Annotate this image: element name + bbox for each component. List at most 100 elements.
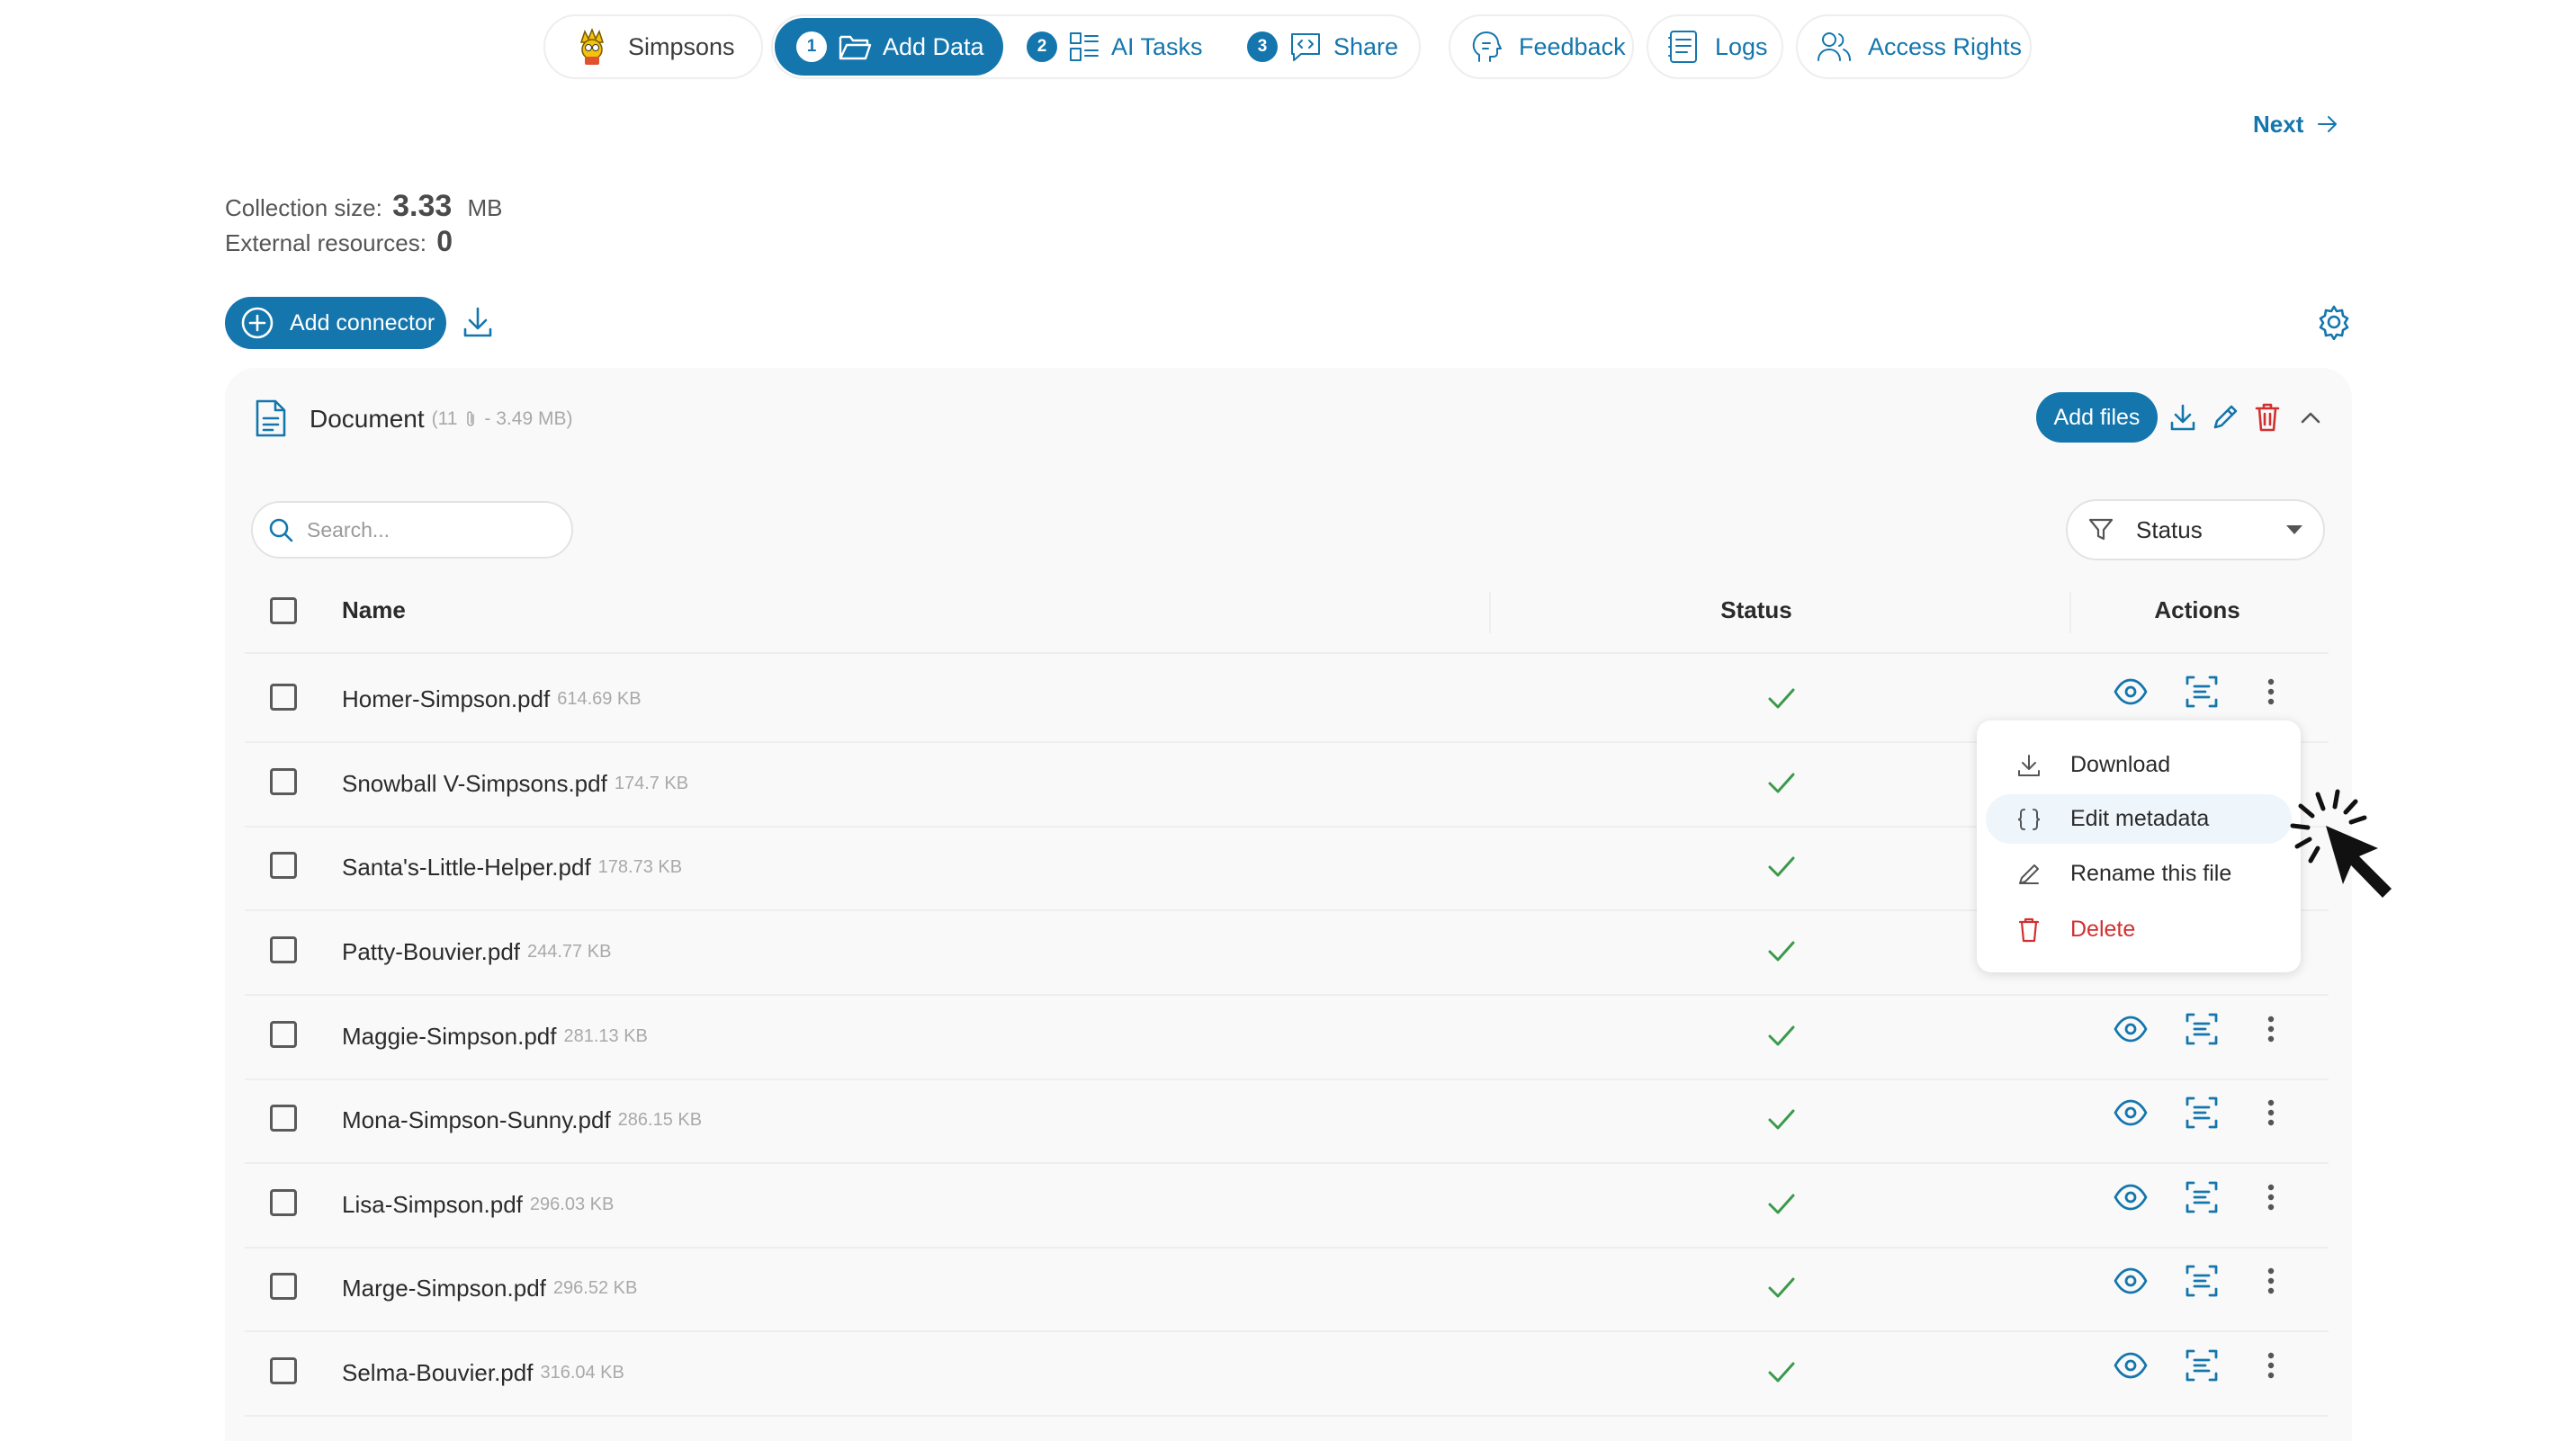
file-size: 174.7 KB xyxy=(614,774,689,793)
access-rights-label: Access Rights xyxy=(1868,32,2023,60)
users-icon xyxy=(1816,30,1853,64)
row-checkbox[interactable] xyxy=(270,1189,297,1216)
file-name-cell: Homer-Simpson.pdf 614.69 KB xyxy=(342,658,642,741)
row-checkbox[interactable] xyxy=(270,684,297,711)
pencil-icon[interactable] xyxy=(2211,403,2239,432)
chevron-up-icon[interactable] xyxy=(2298,408,2323,426)
row-checkbox[interactable] xyxy=(270,1021,297,1048)
workflow-steps: 1 Add Data 2 AI Tasks 3 Share xyxy=(771,14,1421,79)
menu-item-label: Delete xyxy=(2070,917,2136,942)
menu-item-download[interactable]: Download xyxy=(1986,740,2292,790)
collection-size: Collection size: 3.33 MB xyxy=(225,189,503,224)
paperclip-icon xyxy=(464,409,477,429)
arrow-right-icon xyxy=(2316,113,2339,135)
scan-text-icon[interactable] xyxy=(2184,1347,2220,1383)
row-checkbox[interactable] xyxy=(270,936,297,963)
column-header-name: Name xyxy=(342,596,406,623)
eye-icon[interactable] xyxy=(2113,1347,2149,1383)
step-add-data[interactable]: 1 Add Data xyxy=(775,18,1003,76)
more-vertical-icon[interactable] xyxy=(2266,1263,2276,1299)
more-vertical-icon[interactable] xyxy=(2266,1347,2276,1383)
row-checkbox[interactable] xyxy=(270,1357,297,1384)
scan-text-icon[interactable] xyxy=(2184,1263,2220,1299)
step-label: AI Tasks xyxy=(1111,32,1203,60)
collection-size-unit: MB xyxy=(467,194,503,221)
more-vertical-icon[interactable] xyxy=(2266,1095,2276,1131)
check-icon xyxy=(1765,1103,1798,1135)
scan-text-icon[interactable] xyxy=(2184,1179,2220,1215)
search-input[interactable] xyxy=(305,516,552,543)
eye-icon[interactable] xyxy=(2113,1011,2149,1047)
eye-icon[interactable] xyxy=(2113,1263,2149,1299)
table-row[interactable]: Mona-Simpson-Sunny.pdf 286.15 KB xyxy=(245,1079,2329,1164)
add-files-button[interactable]: Add files xyxy=(2036,392,2158,443)
plus-circle-icon xyxy=(239,305,275,341)
menu-item-delete[interactable]: Delete xyxy=(1986,905,2292,954)
external-resources-value: 0 xyxy=(436,225,453,257)
check-icon xyxy=(1765,1271,1798,1303)
table-row[interactable]: Lisa-Simpson.pdf 296.03 KB xyxy=(245,1163,2329,1249)
scan-text-icon[interactable] xyxy=(2184,1011,2220,1047)
file-size: 244.77 KB xyxy=(527,942,612,962)
menu-item-label: Download xyxy=(2070,752,2171,777)
menu-item-label: Edit metadata xyxy=(2070,806,2210,831)
download-icon[interactable] xyxy=(2168,403,2197,432)
access-rights-button[interactable]: Access Rights xyxy=(1796,14,2032,79)
add-connector-button[interactable]: Add connector xyxy=(225,297,446,349)
feedback-button[interactable]: Feedback xyxy=(1449,14,1634,79)
project-name: Simpsons xyxy=(628,32,735,60)
step-number: 2 xyxy=(1027,31,1057,62)
document-header: Document (11 - 3.49 MB) xyxy=(310,401,572,437)
more-vertical-icon[interactable] xyxy=(2266,1179,2276,1215)
more-vertical-icon[interactable] xyxy=(2266,674,2276,710)
file-name: Mona-Simpson-Sunny.pdf xyxy=(342,1106,611,1133)
scan-text-icon[interactable] xyxy=(2184,674,2220,710)
file-name: Lisa-Simpson.pdf xyxy=(342,1191,523,1218)
check-icon xyxy=(1765,935,1798,967)
column-header-actions: Actions xyxy=(2154,596,2240,623)
row-checkbox[interactable] xyxy=(270,852,297,879)
download-icon xyxy=(2011,753,2047,778)
file-size: 286.15 KB xyxy=(617,1110,703,1130)
project-selector[interactable]: Simpsons xyxy=(543,14,763,79)
download-icon[interactable] xyxy=(461,305,495,339)
document-size: - 3.49 MB) xyxy=(484,408,573,429)
menu-item-rename[interactable]: Rename this file xyxy=(1986,849,2292,899)
row-checkbox[interactable] xyxy=(270,1105,297,1132)
step-ai-tasks[interactable]: 2 AI Tasks xyxy=(1027,16,1203,77)
step-share[interactable]: 3 Share xyxy=(1247,16,1398,77)
cursor-click-icon xyxy=(2272,779,2398,905)
eye-icon[interactable] xyxy=(2113,674,2149,710)
search-box[interactable] xyxy=(251,501,573,559)
scan-text-icon[interactable] xyxy=(2184,1095,2220,1131)
search-icon xyxy=(267,516,294,543)
file-name: Homer-Simpson.pdf xyxy=(342,685,551,712)
file-name-cell: Mona-Simpson-Sunny.pdf 286.15 KB xyxy=(342,1079,702,1162)
caret-down-icon xyxy=(2285,524,2303,535)
pencil-icon xyxy=(2011,862,2047,887)
file-name-cell: Lisa-Simpson.pdf 296.03 KB xyxy=(342,1163,614,1247)
file-name-cell: Maggie-Simpson.pdf 281.13 KB xyxy=(342,995,648,1079)
file-name: Patty-Bouvier.pdf xyxy=(342,938,520,965)
select-all-checkbox[interactable] xyxy=(270,597,297,624)
eye-icon[interactable] xyxy=(2113,1179,2149,1215)
file-name: Santa's-Little-Helper.pdf xyxy=(342,854,591,881)
table-row[interactable]: Marge-Simpson.pdf 296.52 KB xyxy=(245,1247,2329,1332)
row-checkbox[interactable] xyxy=(270,1273,297,1300)
next-button[interactable]: Next xyxy=(2253,108,2339,140)
curly-braces-icon xyxy=(2011,807,2047,832)
table-row[interactable]: Maggie-Simpson.pdf 281.13 KB xyxy=(245,995,2329,1080)
menu-item-edit-metadata[interactable]: Edit metadata xyxy=(1986,794,2292,844)
share-code-icon xyxy=(1288,31,1323,63)
settings-gear-icon[interactable] xyxy=(2316,304,2352,340)
column-header-status: Status xyxy=(1720,596,1792,623)
more-vertical-icon[interactable] xyxy=(2266,1011,2276,1047)
table-row[interactable]: Selma-Bouvier.pdf 316.04 KB xyxy=(245,1331,2329,1417)
trash-icon[interactable] xyxy=(2254,402,2281,433)
eye-icon[interactable] xyxy=(2113,1095,2149,1131)
status-filter-select[interactable]: Status xyxy=(2066,499,2325,560)
logs-button[interactable]: Logs xyxy=(1647,14,1783,79)
file-name: Selma-Bouvier.pdf xyxy=(342,1359,534,1386)
row-checkbox[interactable] xyxy=(270,768,297,795)
step-number: 3 xyxy=(1247,31,1278,62)
